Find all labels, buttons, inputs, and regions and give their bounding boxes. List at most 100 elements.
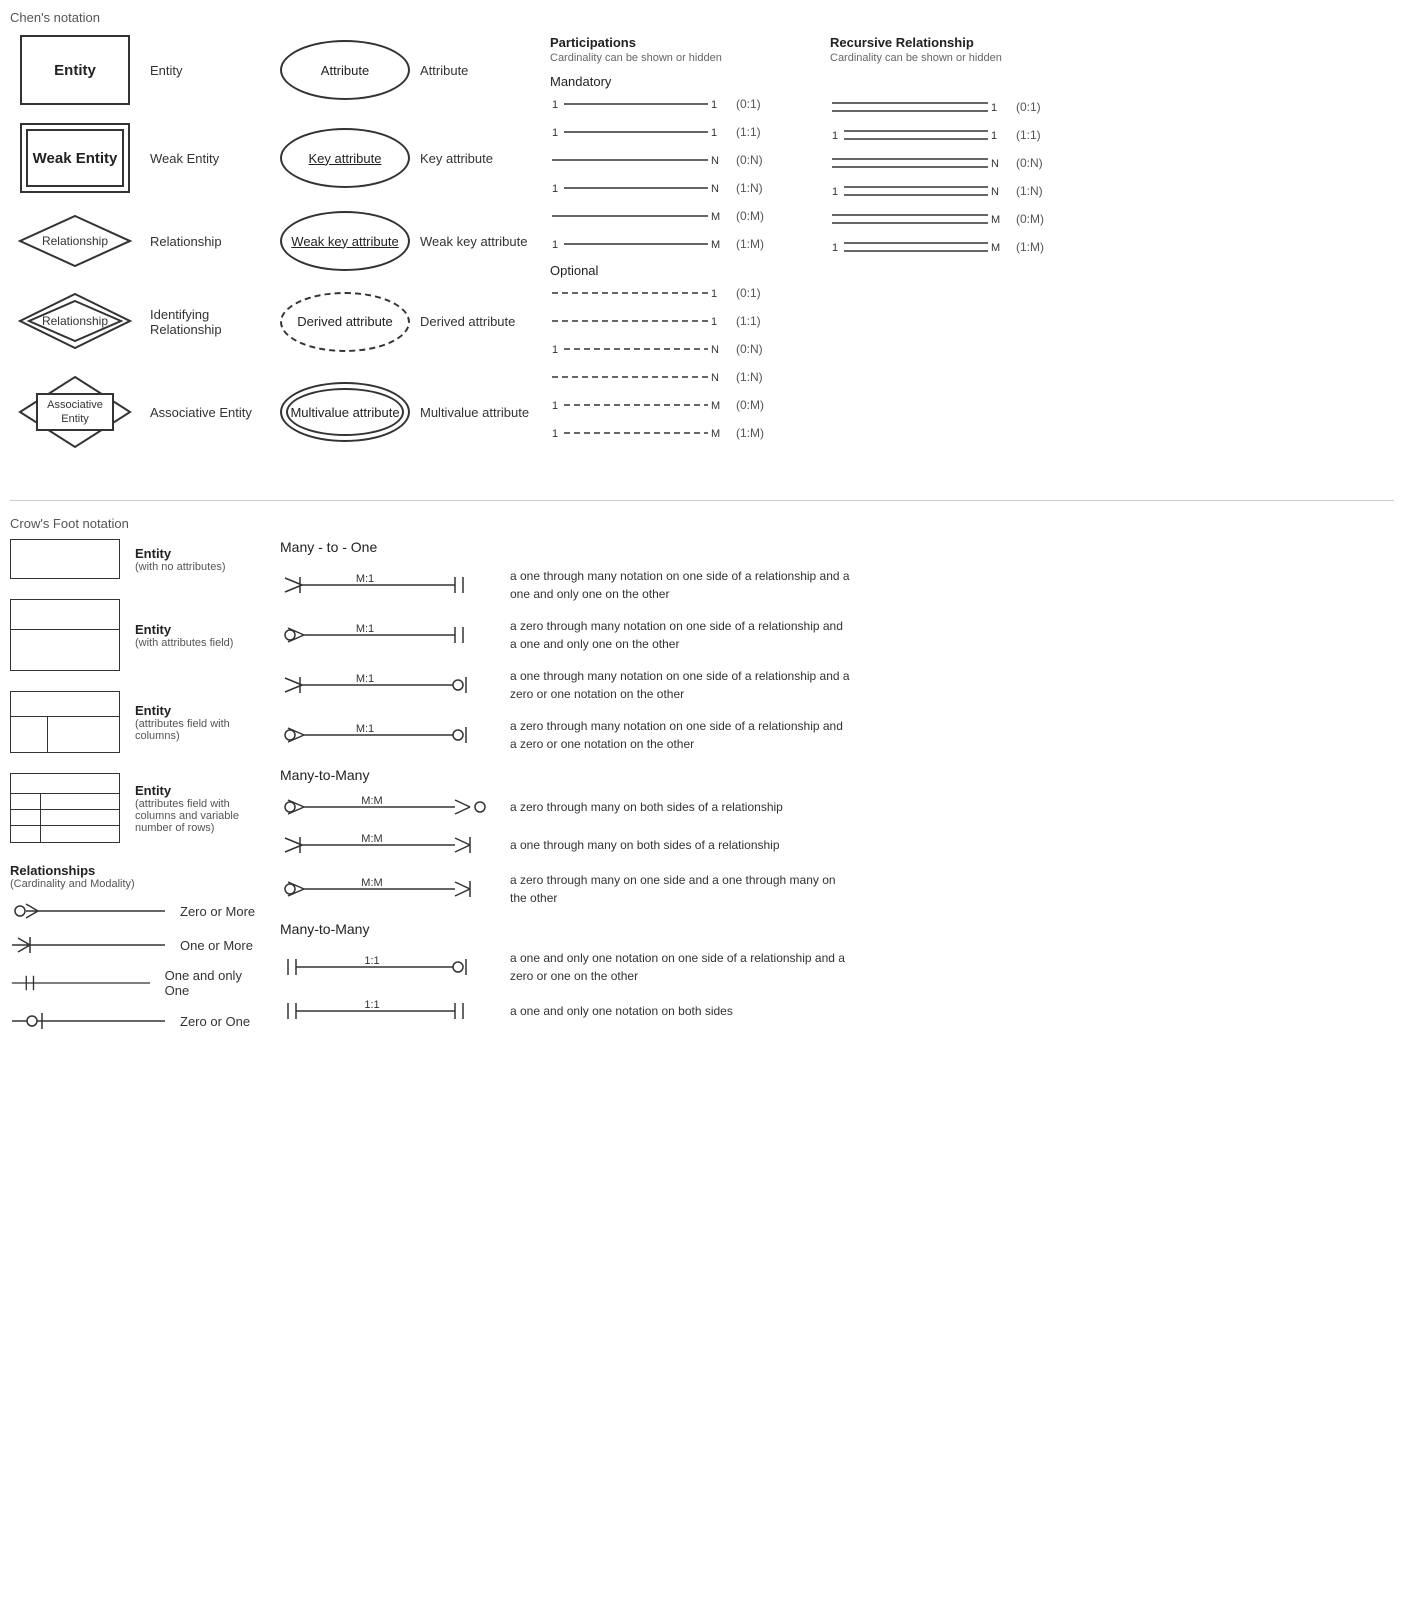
derived-attr-shape: Derived attribute: [280, 292, 410, 352]
opt-notation-01: (0:1): [736, 286, 780, 300]
part-notation-01: (0:1): [736, 97, 780, 111]
cf-row-line-2: [11, 810, 40, 826]
svg-text:M:1: M:1: [356, 623, 374, 635]
opt-notation-0N: (0:N): [736, 342, 780, 356]
cf-entity-rows-sublabel-text: (attributes field with columns and varia…: [135, 798, 260, 834]
derived-attr-ellipse: Derived attribute: [280, 292, 410, 352]
svg-text:Associative: Associative: [47, 399, 103, 411]
svg-text:1: 1: [552, 239, 558, 251]
mandatory-title: Mandatory: [550, 74, 820, 89]
opt-row-1N: N (1:N): [550, 368, 820, 386]
cf-mm-line-3: M:M: [280, 877, 500, 901]
entity-shape: Entity: [10, 35, 140, 105]
crows-top-layout: Entity (with no attributes) Entity (with…: [10, 539, 1394, 1044]
svg-text:N: N: [711, 155, 719, 167]
weak-key-attr-shape: Weak key attribute: [280, 211, 410, 271]
cf-entity-cols-box: [10, 691, 120, 753]
svg-text:1: 1: [552, 400, 558, 412]
rel-row-one-more: One or More: [10, 934, 260, 956]
part-line-svg-1N: 1 N: [550, 179, 730, 197]
associative-entity-label: Associative Entity: [150, 405, 270, 420]
part-row-1M: 1 M (1:M): [550, 235, 820, 253]
chens-title: Chen's notation: [10, 10, 1394, 25]
participations-title: Participations: [550, 35, 820, 50]
cf-entity-cols-sublabel-text: (attributes field with columns): [135, 718, 260, 742]
relationships-section: Relationships (Cardinality and Modality)…: [10, 863, 260, 1032]
svg-text:M: M: [711, 239, 720, 251]
svg-text:M: M: [991, 214, 1000, 226]
part-line-svg-0N: N: [550, 151, 730, 169]
chens-row-relationship: Relationship Relationship Weak key attri…: [10, 211, 540, 271]
cf-11-row-1: 1:1 a one and only one notation on one s…: [280, 949, 1394, 985]
cf-col-right: [48, 717, 119, 752]
rec-row-1N: 1 N (1:N): [830, 182, 1100, 200]
cf-mm-desc-3: a zero through many on one side and a on…: [510, 871, 850, 907]
svg-text:M: M: [991, 242, 1000, 254]
cf-row-line-1: [11, 794, 40, 810]
rec-line-1N: 1 N: [830, 182, 1010, 200]
entity-label: Entity: [150, 63, 270, 78]
cf-entity-rows-label: Entity (attributes field with columns an…: [135, 783, 260, 834]
part-notation-1M: (1:M): [736, 237, 780, 251]
cf-entity-rows-header: [11, 774, 119, 794]
many-to-many-title: Many-to-Many: [280, 767, 1394, 783]
part-row-0N: N (0:N): [550, 151, 820, 169]
associative-entity-shape: Associative Entity: [10, 372, 140, 452]
multivalue-attr-shape: Multivalue attribute: [280, 382, 410, 442]
cf-entity-rows-row: Entity (attributes field with columns an…: [10, 773, 260, 843]
cf-rows-line-3: [41, 826, 119, 842]
svg-text:M: M: [711, 428, 720, 440]
identifying-rel-shape: Relationship: [10, 289, 140, 354]
cf-11-desc-1: a one and only one notation on one side …: [510, 949, 850, 985]
crows-right: Many - to - One M:1 a one through many n…: [280, 539, 1394, 1044]
chens-row-entity: Entity Entity Attribute Attribute: [10, 35, 540, 105]
svg-text:N: N: [711, 183, 719, 195]
part-notation-11: (1:1): [736, 125, 780, 139]
chens-row-identifying: Relationship Identifying Relationship De…: [10, 289, 540, 354]
svg-text:M:M: M:M: [361, 877, 382, 889]
participations-subtitle: Cardinality can be shown or hidden: [550, 52, 820, 64]
svg-text:N: N: [711, 344, 719, 356]
cf-row-line-3: [11, 826, 40, 842]
opt-row-0M: 1 M (0:M): [550, 396, 820, 414]
cf-entity-attr-label-text: Entity: [135, 622, 233, 637]
participations-col: Participations Cardinality can be shown …: [540, 35, 820, 470]
cf-m1-line-4: M:1: [280, 723, 500, 747]
cf-m1-line-3: M:1: [280, 673, 500, 697]
rel-one-only-svg: [10, 972, 155, 994]
rec-line-01: 1: [830, 98, 1010, 116]
svg-text:Entity: Entity: [61, 413, 89, 425]
cf-mm-line-2: M:M: [280, 833, 500, 857]
opt-row-11: 1 (1:1): [550, 312, 820, 330]
opt-line-svg-0M: 1 M: [550, 396, 730, 414]
cf-rows-col-left: [11, 794, 41, 842]
rel-zero-more-label: Zero or More: [180, 904, 255, 919]
part-row-0M: M (0:M): [550, 207, 820, 225]
chens-row-weak-entity: Weak Entity Weak Entity Key attribute Ke…: [10, 123, 540, 193]
opt-row-1M: 1 M (1:M): [550, 424, 820, 442]
rel-one-more-label: One or More: [180, 938, 253, 953]
svg-text:1: 1: [832, 242, 838, 254]
cf-m1-row-1: M:1 a one through many notation on one s…: [280, 567, 1394, 603]
cf-entity-attr-body: [11, 630, 119, 670]
cf-mm-row-2: M:M a one through many on both sides of …: [280, 833, 1394, 857]
cf-entity-cols-row: Entity (attributes field with columns): [10, 691, 260, 753]
opt-line-svg-0N: 1 N: [550, 340, 730, 358]
rel-row-zero-one: Zero or One: [10, 1010, 260, 1032]
part-notation-0M: (0:M): [736, 209, 780, 223]
cf-entity-rows-shape: [10, 773, 120, 843]
svg-text:M: M: [711, 211, 720, 223]
svg-text:M:M: M:M: [361, 833, 382, 845]
cf-m1-row-3: M:1 a one through many notation on one s…: [280, 667, 1394, 703]
cf-mm-desc-2: a one through many on both sides of a re…: [510, 836, 780, 854]
svg-text:1: 1: [552, 99, 558, 111]
svg-text:1: 1: [711, 316, 717, 328]
cf-entity-attr-label: Entity (with attributes field): [135, 622, 233, 649]
part-row-01: 1 1 (0:1): [550, 95, 820, 113]
cf-entity-attr-shape: [10, 599, 120, 671]
svg-text:M:1: M:1: [356, 673, 374, 685]
relationship-shape: Relationship: [10, 211, 140, 271]
part-notation-0N: (0:N): [736, 153, 780, 167]
cf-entity-cols-label: Entity (attributes field with columns): [135, 703, 260, 742]
cf-rows-line-1: [41, 794, 119, 810]
